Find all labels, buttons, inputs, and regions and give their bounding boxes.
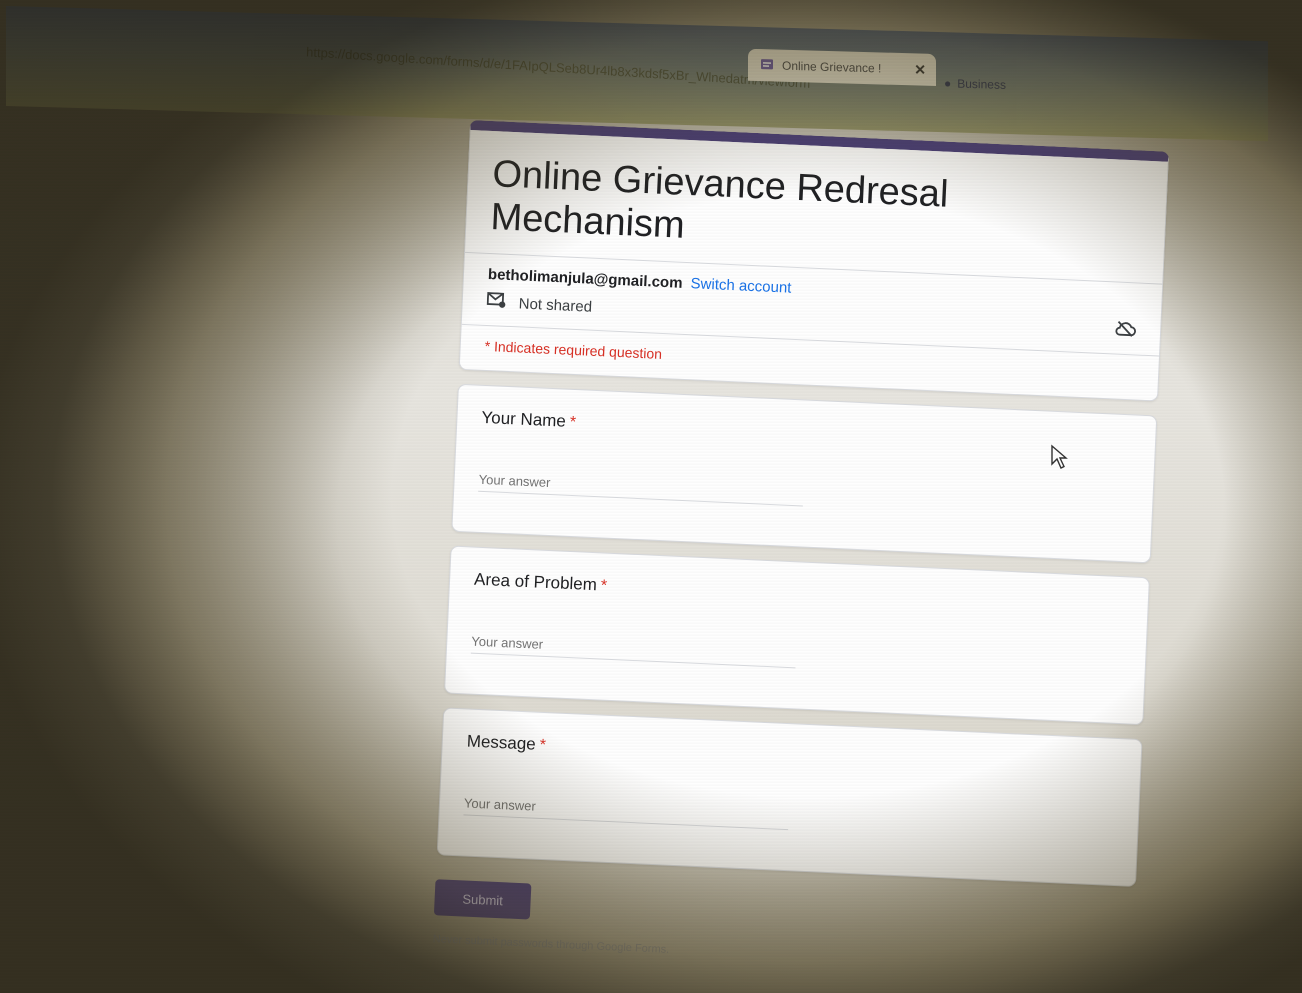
question-card-message: Message *	[436, 707, 1143, 887]
required-asterisk: *	[600, 577, 608, 595]
tab-title: Online Grievance !	[782, 58, 882, 76]
cloud-off-icon[interactable]	[1114, 319, 1137, 342]
globe-icon: ●	[944, 76, 952, 91]
required-asterisk: *	[569, 413, 577, 432]
name-input[interactable]	[478, 467, 804, 507]
tab-close-icon[interactable]: ✕	[914, 61, 926, 78]
question-label: Area of Problem *	[474, 570, 1124, 619]
question-title: Area of Problem	[473, 569, 598, 595]
message-input[interactable]	[463, 791, 790, 831]
google-form: Online Grievance Redresal Mechanism beth…	[433, 120, 1170, 977]
question-card-area: Area of Problem *	[443, 545, 1150, 726]
mail-icon	[486, 292, 507, 313]
browser-tab-active[interactable]: Online Grievance ! ✕	[748, 48, 936, 86]
question-title: Message	[466, 731, 537, 754]
not-shared-label: Not shared	[518, 294, 593, 316]
question-label: Your Name *	[481, 408, 1131, 457]
tab2-title: Business	[957, 76, 1006, 92]
form-header-card: Online Grievance Redresal Mechanism beth…	[458, 120, 1170, 402]
question-label: Message *	[466, 732, 1116, 781]
mouse-cursor-icon	[1050, 444, 1068, 475]
submit-button[interactable]: Submit	[433, 879, 532, 920]
question-title: Your Name	[481, 407, 567, 431]
form-icon	[760, 57, 774, 74]
browser-tab-inactive[interactable]: ● Business	[936, 68, 1114, 103]
required-asterisk: *	[539, 736, 547, 755]
area-of-problem-input[interactable]	[470, 629, 797, 669]
